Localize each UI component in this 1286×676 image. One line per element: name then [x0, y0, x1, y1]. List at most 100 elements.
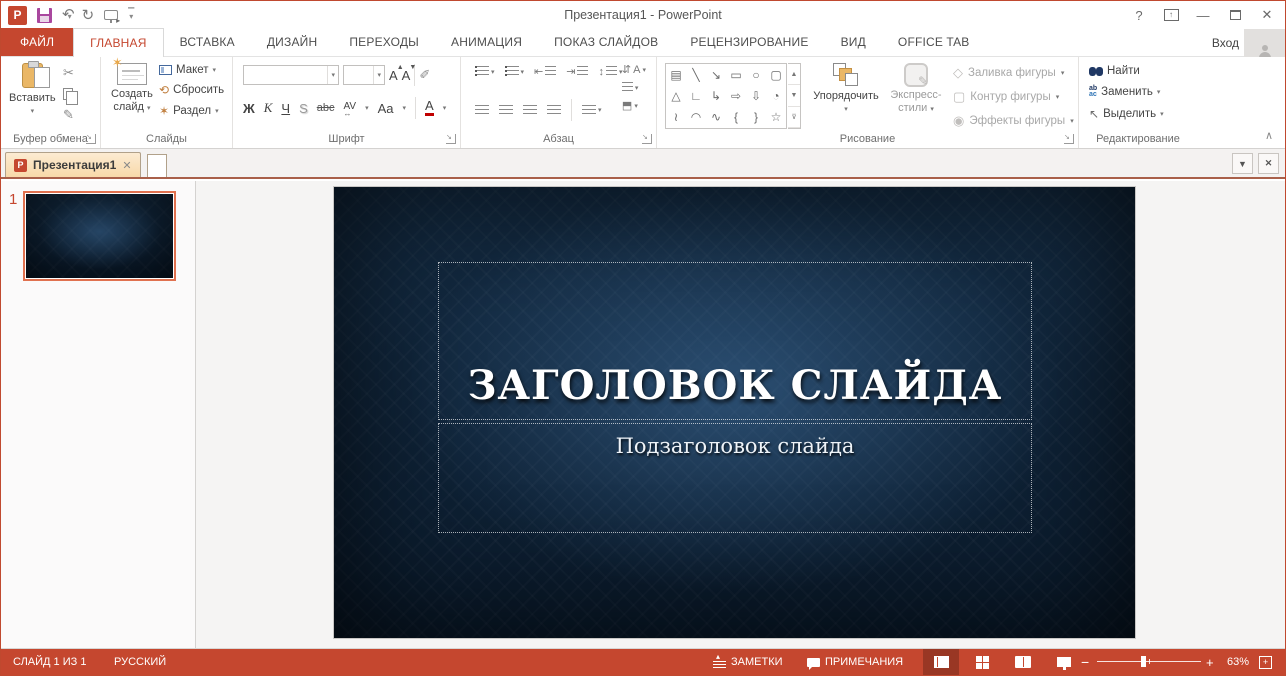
tab-review[interactable]: РЕЦЕНЗИРОВАНИЕ [674, 28, 824, 56]
shape-text-box-icon[interactable]: ▤ [670, 69, 681, 81]
shape-triangle-icon[interactable]: △ [671, 90, 680, 102]
shapes-scroll-up-icon[interactable]: ▲ [788, 64, 800, 85]
customize-qat-icon[interactable]: ▔▾ [128, 11, 134, 19]
change-case-dropdown-icon[interactable]: ▾ [403, 104, 407, 112]
slide-counter[interactable]: СЛАЙД 1 ИЗ 1 [13, 649, 86, 675]
clear-formatting-icon[interactable]: ✐ [419, 67, 430, 83]
align-left-icon[interactable] [475, 105, 489, 116]
shape-rectangle-icon[interactable]: ▭ [730, 69, 741, 81]
tab-animations[interactable]: АНИМАЦИЯ [435, 28, 538, 56]
shape-effects-button[interactable]: ◉Эффекты фигуры▾ [953, 113, 1074, 129]
character-spacing-dropdown-icon[interactable]: ▾ [365, 104, 369, 112]
help-icon[interactable]: ? [1125, 3, 1153, 27]
reset-button[interactable]: ⟲Сбросить [159, 83, 224, 97]
close-icon[interactable]: ✕ [1253, 3, 1281, 27]
language-indicator[interactable]: РУССКИЙ [114, 649, 166, 675]
strikethrough-button[interactable]: abc [317, 102, 335, 114]
shape-rounded-rectangle-icon[interactable]: ▢ [770, 69, 781, 81]
subtitle-placeholder[interactable]: Подзаголовок слайда [438, 423, 1032, 533]
shape-down-arrow-icon[interactable]: ⇩ [751, 90, 761, 102]
align-right-icon[interactable] [523, 105, 537, 116]
minimize-icon[interactable]: — [1189, 3, 1217, 27]
select-button[interactable]: ↖Выделить▾ [1089, 107, 1164, 121]
tab-slideshow[interactable]: ПОКАЗ СЛАЙДОВ [538, 28, 674, 56]
tab-insert[interactable]: ВСТАВКА [164, 28, 251, 56]
shape-right-arrow-icon[interactable]: ⇨ [731, 90, 741, 102]
bold-button[interactable]: Ж [243, 101, 255, 116]
shape-line-icon[interactable]: ╲ [692, 69, 699, 81]
text-shadow-button[interactable]: S [299, 101, 308, 116]
notes-toggle[interactable]: ЗАМЕТКИ [713, 649, 783, 675]
shape-arrow-icon[interactable]: ↘ [711, 69, 721, 81]
shape-block-arc-icon[interactable]: ◔ [772, 90, 779, 102]
shape-elbow-arrow-icon[interactable]: ↳ [711, 90, 721, 102]
text-direction-button[interactable]: ⇵A▾ [622, 63, 646, 76]
shape-left-brace-icon[interactable]: { [734, 111, 738, 123]
new-slide-button[interactable]: Создать слайд ▾ [111, 63, 153, 115]
tab-home[interactable]: ГЛАВНАЯ [73, 28, 163, 57]
quick-styles-button[interactable]: Экспресс- стили ▾ [885, 63, 947, 116]
collapse-ribbon-icon[interactable]: ∧ [1265, 129, 1273, 142]
tab-file[interactable]: ФАЙЛ [1, 28, 73, 56]
arrange-button[interactable]: Упорядочить ▾ [809, 63, 883, 116]
undo-button[interactable]: ↶▾ [62, 6, 72, 24]
shape-curve-icon[interactable]: ∿ [711, 111, 721, 123]
align-center-icon[interactable] [499, 105, 513, 116]
undo-dropdown-icon[interactable]: ▾ [68, 12, 72, 21]
shapes-scroll-down-icon[interactable]: ▼ [788, 85, 800, 106]
font-color-button[interactable]: А [425, 100, 434, 116]
shape-arc-icon[interactable]: ◠ [691, 111, 701, 123]
normal-view-button[interactable] [923, 649, 959, 675]
tab-transitions[interactable]: ПЕРЕХОДЫ [333, 28, 435, 56]
drawing-dialog-launcher-icon[interactable]: ↘ [1064, 134, 1074, 144]
line-spacing-button[interactable]: ↕▾ [598, 66, 622, 78]
underline-button[interactable]: Ч [281, 101, 290, 116]
avatar[interactable] [1244, 29, 1285, 57]
grow-font-button[interactable]: А▲ [389, 68, 398, 83]
zoom-in-icon[interactable]: + [1206, 649, 1214, 675]
layout-button[interactable]: Макет▾ [159, 64, 224, 76]
powerpoint-logo-icon[interactable]: P [8, 6, 27, 25]
font-dialog-launcher-icon[interactable]: ↘ [446, 134, 456, 144]
section-button[interactable]: ✶Раздел▾ [159, 104, 224, 118]
shapes-more-icon[interactable]: ⊽ [788, 107, 800, 128]
slide-sorter-view-button[interactable] [964, 649, 1000, 675]
new-document-tab-button[interactable] [147, 154, 167, 177]
maximize-button[interactable] [1221, 3, 1249, 27]
paragraph-dialog-launcher-icon[interactable]: ↘ [642, 134, 652, 144]
font-name-combobox[interactable]: ▾ [243, 65, 339, 85]
zoom-out-icon[interactable]: − [1081, 649, 1089, 675]
find-button[interactable]: Найти [1089, 65, 1164, 77]
shape-outline-button[interactable]: ▢Контур фигуры▾ [953, 89, 1074, 105]
font-size-combobox[interactable]: ▾ [343, 65, 385, 85]
slideshow-view-button[interactable] [1046, 649, 1082, 675]
shape-right-brace-icon[interactable]: } [754, 111, 758, 123]
redo-icon[interactable]: ↻ [82, 8, 95, 23]
comments-toggle[interactable]: ПРИМЕЧАНИЯ [807, 649, 903, 675]
zoom-slider[interactable] [1097, 661, 1201, 662]
decrease-indent-button[interactable]: ⇤ [534, 65, 556, 78]
copy-icon[interactable] [63, 88, 73, 100]
close-all-tabs-icon[interactable]: ✕ [1258, 153, 1279, 174]
sign-in-link[interactable]: Вход [1212, 29, 1239, 57]
zoom-slider-thumb[interactable] [1141, 656, 1146, 667]
shape-elbow-icon[interactable]: ∟ [690, 90, 702, 102]
title-placeholder[interactable]: ЗАГОЛОВОК СЛАЙДА [438, 262, 1032, 420]
shape-scribble-icon[interactable]: ≀ [674, 111, 679, 123]
zoom-level[interactable]: 63% [1227, 649, 1249, 675]
character-spacing-button[interactable]: AV [343, 101, 356, 115]
columns-button[interactable]: ▾ [582, 105, 602, 116]
format-painter-icon[interactable]: ✎ [63, 107, 74, 123]
tab-design[interactable]: ДИЗАЙН [251, 28, 334, 56]
font-color-dropdown-icon[interactable]: ▾ [443, 104, 447, 112]
shrink-font-button[interactable]: А▼ [402, 68, 411, 83]
numbering-button[interactable]: ▾ [505, 66, 525, 77]
cut-icon[interactable]: ✂ [63, 65, 74, 81]
tab-list-dropdown-icon[interactable]: ▼ [1232, 153, 1253, 174]
start-slideshow-icon[interactable] [104, 10, 118, 20]
italic-button[interactable]: К [264, 100, 273, 116]
document-tab[interactable]: P Презентация1 ✕ [5, 152, 141, 177]
shape-oval-icon[interactable]: ○ [752, 69, 759, 81]
tab-view[interactable]: ВИД [825, 28, 882, 56]
bullets-button[interactable]: ▾ [475, 66, 495, 77]
